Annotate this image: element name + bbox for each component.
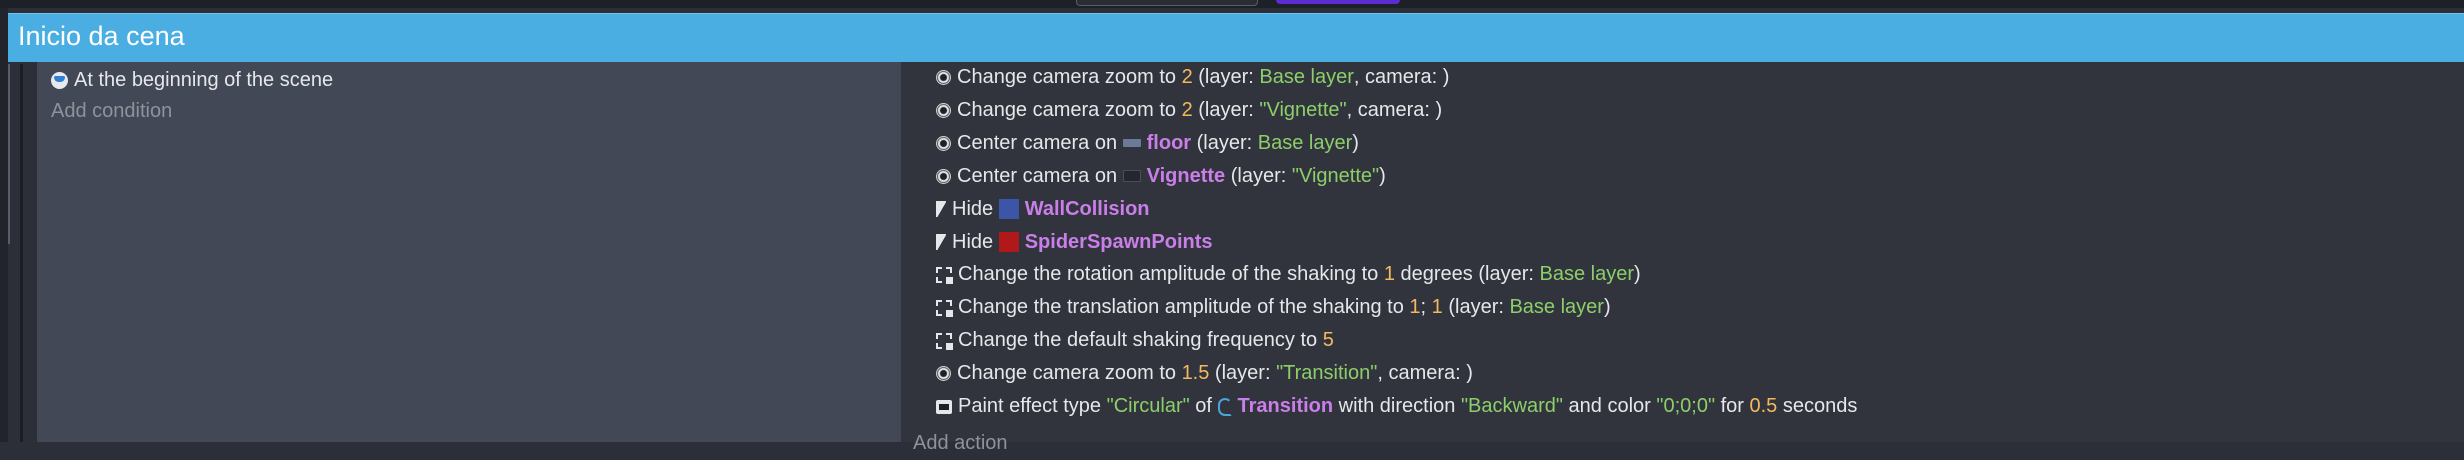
object-name[interactable]: Transition xyxy=(1238,390,1334,423)
action-item[interactable]: Change camera zoom to 1.5 (layer: "Trans… xyxy=(936,357,1473,390)
camera-icon xyxy=(936,168,951,184)
action-text: , camera: ) xyxy=(1353,66,1450,88)
action-item[interactable]: Change the translation amplitude of the … xyxy=(936,291,1611,324)
event-row[interactable]: At the beginning of the scene Add condit… xyxy=(23,61,2464,454)
action-text: of xyxy=(1189,395,1218,417)
action-item[interactable]: Center camera on floor (layer: Base laye… xyxy=(936,127,1359,160)
string-value: "Backward" xyxy=(1460,395,1563,417)
action-text: Change camera zoom to xyxy=(957,66,1182,88)
shake-icon xyxy=(936,266,953,284)
action-item[interactable]: Center camera on Vignette (layer: "Vigne… xyxy=(936,160,1386,193)
action-item[interactable]: Paint effect type "Circular" of Transiti… xyxy=(936,390,1857,423)
action-text: Change the translation amplitude of the … xyxy=(958,296,1410,319)
string-value: Base layer xyxy=(1259,66,1354,88)
actions-column[interactable]: Change camera zoom to 2 (layer: Base lay… xyxy=(901,61,2464,454)
action-text: ; xyxy=(1420,296,1432,319)
action-text: ) xyxy=(1633,263,1641,286)
paint-effect-icon xyxy=(936,399,952,414)
action-text: seconds xyxy=(1777,395,1858,417)
string-value: "Vignette" xyxy=(1259,98,1347,121)
action-item[interactable]: Change camera zoom to 2 (layer: "Vignett… xyxy=(936,94,1442,127)
action-item[interactable]: Hide SpiderSpawnPoints xyxy=(936,226,1213,259)
string-value: "Circular" xyxy=(1106,395,1190,417)
number-value: 1 xyxy=(1383,263,1395,286)
action-text: , camera: ) xyxy=(1346,98,1443,121)
action-text: degrees (layer: xyxy=(1394,263,1540,286)
scene-start-icon xyxy=(51,72,68,89)
action-text: ) xyxy=(1379,164,1386,187)
string-value: "Vignette" xyxy=(1291,164,1380,187)
object-name[interactable]: floor xyxy=(1147,127,1191,160)
wallcollision-thumbnail-icon xyxy=(998,199,1019,220)
add-action-button[interactable]: Add action xyxy=(913,427,1008,460)
camera-icon xyxy=(936,135,951,151)
action-text: Hide xyxy=(952,197,999,220)
action-text: (layer: xyxy=(1192,98,1260,121)
number-value: 5 xyxy=(1322,329,1334,352)
number-value: 2 xyxy=(1181,66,1193,88)
action-text: Center camera on xyxy=(957,131,1123,154)
string-value: Base layer xyxy=(1257,131,1353,154)
action-text: Center camera on xyxy=(957,164,1123,187)
action-item[interactable]: Change the rotation amplitude of the sha… xyxy=(936,258,1641,291)
condition-item[interactable]: At the beginning of the scene xyxy=(51,64,333,97)
action-text: Change camera zoom to xyxy=(957,98,1182,121)
action-text: (layer: xyxy=(1442,296,1510,319)
string-value: Base layer xyxy=(1539,263,1634,286)
action-item[interactable]: Change the default shaking frequency to … xyxy=(936,324,1334,357)
action-text: (layer: xyxy=(1225,164,1292,187)
group-title: Inicio da cena xyxy=(18,21,185,51)
string-value: Base layer xyxy=(1509,296,1604,319)
toolbar-primary-button[interactable] xyxy=(1276,0,1400,4)
action-text: for xyxy=(1715,395,1750,417)
shake-icon xyxy=(936,299,953,317)
string-value: "Transition" xyxy=(1276,362,1378,385)
string-value: "0;0;0" xyxy=(1656,395,1716,417)
action-text: Change camera zoom to xyxy=(957,362,1182,385)
toolbar-search-field[interactable] xyxy=(1076,0,1258,6)
condition-text: At the beginning of the scene xyxy=(74,69,334,91)
number-value: 0.5 xyxy=(1749,395,1778,417)
action-text: , camera: ) xyxy=(1377,362,1473,385)
indent-guide xyxy=(8,64,10,244)
camera-icon xyxy=(936,102,951,118)
hide-icon xyxy=(936,234,946,250)
action-text: ) xyxy=(1603,296,1611,319)
object-name[interactable]: Vignette xyxy=(1147,160,1226,193)
object-name[interactable]: WallCollision xyxy=(1025,193,1150,226)
number-value: 1.5 xyxy=(1181,362,1210,385)
event-group-header[interactable]: Inicio da cena xyxy=(8,13,2464,62)
action-text: and color xyxy=(1562,395,1657,417)
action-text: (layer: xyxy=(1191,131,1258,154)
action-text: Change the default shaking frequency to xyxy=(958,329,1323,352)
floor-thumbnail-icon xyxy=(1122,139,1141,148)
number-value: 2 xyxy=(1181,98,1193,121)
hide-icon xyxy=(936,201,946,218)
action-text: Hide xyxy=(952,230,999,253)
add-action-label: Add action xyxy=(913,431,1008,454)
object-name[interactable]: SpiderSpawnPoints xyxy=(1025,226,1213,259)
vignette-thumbnail-icon xyxy=(1122,170,1141,183)
camera-icon xyxy=(936,70,951,85)
camera-icon xyxy=(936,366,951,382)
action-text: Paint effect type xyxy=(958,395,1107,417)
action-text: (layer: xyxy=(1192,66,1260,88)
shake-icon xyxy=(936,332,953,350)
action-text: (layer: xyxy=(1209,362,1277,385)
top-toolbar xyxy=(0,0,2464,8)
action-text: with direction xyxy=(1333,395,1461,417)
action-item[interactable]: Hide WallCollision xyxy=(936,193,1150,226)
add-condition-button[interactable]: Add condition xyxy=(51,95,172,128)
action-item[interactable]: Change camera zoom to 2 (layer: Base lay… xyxy=(936,61,1449,94)
left-gutter xyxy=(0,8,8,442)
action-text: ) xyxy=(1352,131,1359,154)
conditions-column[interactable]: At the beginning of the scene Add condit… xyxy=(37,62,901,442)
add-condition-label: Add condition xyxy=(51,100,173,122)
transition-thumbnail-icon xyxy=(1217,397,1232,416)
spiderspawnpoints-thumbnail-icon xyxy=(998,232,1019,252)
number-value: 1 xyxy=(1409,296,1421,319)
number-value: 1 xyxy=(1431,296,1443,319)
action-text: Change the rotation amplitude of the sha… xyxy=(958,263,1384,286)
